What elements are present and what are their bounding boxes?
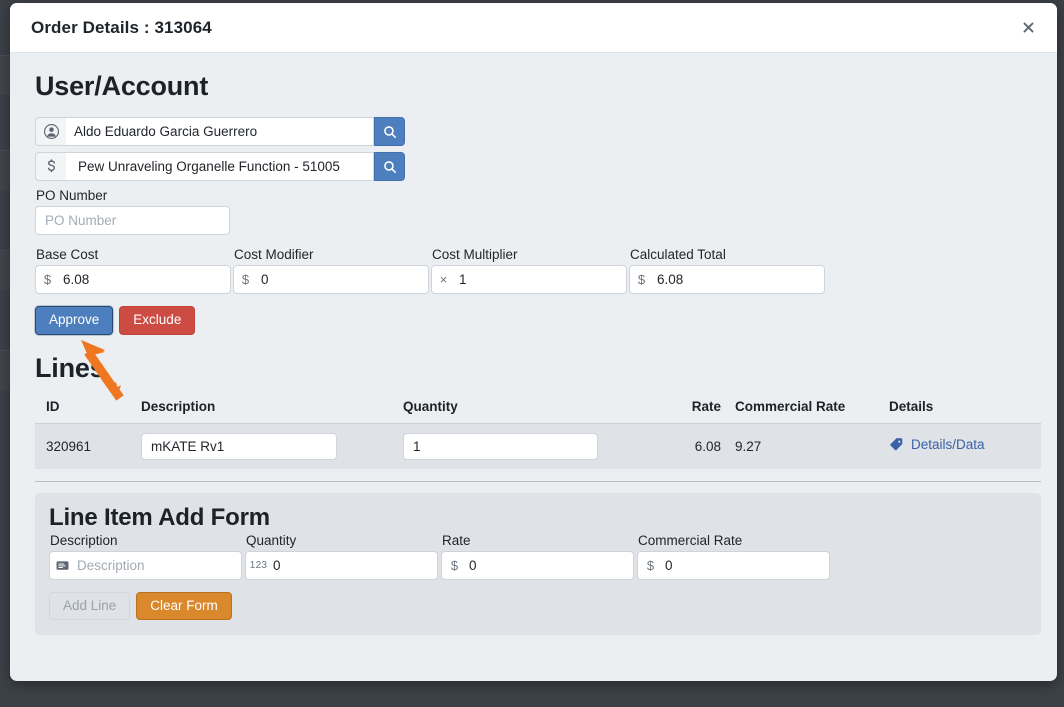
add-quantity-cell: Quantity 123 bbox=[245, 533, 438, 580]
cost-modifier-input[interactable] bbox=[257, 266, 428, 293]
modal-body: User/Account Aldo Eduardo Garcia Guerrer… bbox=[10, 71, 1057, 681]
close-icon[interactable] bbox=[1018, 18, 1038, 38]
order-actions: Approve Exclude bbox=[35, 306, 1043, 335]
add-form-heading: Line Item Add Form bbox=[49, 503, 270, 531]
line-item-add-form: Line Item Add Form Description Descripti… bbox=[35, 492, 1041, 635]
add-quantity-input[interactable] bbox=[271, 551, 437, 579]
tag-icon bbox=[889, 437, 904, 452]
dollar-icon: $ bbox=[646, 557, 655, 573]
cost-multiplier-cell: Cost Multiplier × bbox=[431, 247, 628, 294]
calculated-total-cell: Calculated Total $ bbox=[629, 247, 826, 294]
column-header-quantity: Quantity bbox=[403, 398, 659, 424]
clear-form-button[interactable]: Clear Form bbox=[136, 591, 232, 620]
cell-id: 320961 bbox=[35, 423, 141, 469]
approve-button[interactable]: Approve bbox=[35, 306, 114, 335]
cost-multiplier-input[interactable] bbox=[455, 266, 626, 293]
modal-header: Order Details : 313064 bbox=[10, 3, 1057, 53]
dollar-icon: $ bbox=[450, 557, 459, 573]
add-description-input[interactable] bbox=[75, 551, 241, 579]
card-icon bbox=[50, 552, 75, 579]
add-quantity-label: Quantity bbox=[246, 532, 297, 548]
cell-commercial-rate: 9.27 bbox=[721, 423, 874, 469]
add-form-fields: Description Quantity 12 bbox=[49, 533, 1027, 580]
dollar-icon: $ bbox=[241, 272, 250, 287]
cost-fields-row: Base Cost $ Cost Modifier $ Cost Multipl… bbox=[35, 247, 1043, 294]
calculated-total-label: Calculated Total bbox=[630, 247, 726, 262]
dollar-icon: $ bbox=[43, 272, 52, 287]
add-line-button[interactable]: Add Line bbox=[49, 591, 131, 620]
details-data-link[interactable]: Details/Data bbox=[889, 437, 985, 452]
account-search-input[interactable] bbox=[66, 152, 374, 181]
user-account-heading: User/Account bbox=[35, 71, 209, 101]
base-cost-cell: Base Cost $ bbox=[35, 247, 232, 294]
cell-rate: 6.08 bbox=[659, 423, 721, 469]
lines-heading: Lines bbox=[35, 352, 105, 383]
cost-modifier-cell: Cost Modifier $ bbox=[233, 247, 430, 294]
line-quantity-input[interactable] bbox=[403, 432, 598, 460]
add-rate-label: Rate bbox=[442, 532, 471, 548]
details-data-label: Details/Data bbox=[911, 437, 985, 452]
account-search-button[interactable] bbox=[374, 152, 405, 181]
person-icon bbox=[35, 117, 66, 146]
add-form-actions: Add Line Clear Form bbox=[49, 591, 1027, 620]
base-cost-label: Base Cost bbox=[36, 247, 99, 262]
user-input-group bbox=[35, 117, 406, 146]
calculated-total-input[interactable] bbox=[653, 266, 824, 293]
table-header-row: ID Description Quantity Rate Commercial … bbox=[35, 398, 1041, 424]
add-commercial-rate-label: Commercial Rate bbox=[638, 532, 743, 548]
user-search-input[interactable] bbox=[66, 117, 374, 146]
account-input-group bbox=[35, 152, 406, 181]
add-description-cell: Description bbox=[49, 533, 242, 580]
cost-modifier-label: Cost Modifier bbox=[234, 247, 314, 262]
lines-table: ID Description Quantity Rate Commercial … bbox=[35, 398, 1041, 469]
po-number-input[interactable] bbox=[35, 206, 230, 235]
column-header-details: Details bbox=[874, 398, 1041, 424]
po-number-label: PO Number bbox=[36, 188, 108, 203]
cell-description bbox=[141, 423, 403, 469]
add-rate-input[interactable] bbox=[467, 551, 633, 579]
column-header-rate: Rate bbox=[659, 398, 721, 424]
table-row: 320961 6.08 9.27 bbox=[35, 423, 1041, 469]
section-divider bbox=[35, 480, 1041, 482]
cost-multiplier-label: Cost Multiplier bbox=[432, 247, 518, 262]
add-commercial-rate-input[interactable] bbox=[663, 551, 829, 579]
add-commercial-rate-cell: Commercial Rate $ bbox=[637, 533, 830, 580]
cell-details: Details/Data bbox=[874, 423, 1041, 469]
add-rate-cell: Rate $ bbox=[441, 533, 634, 580]
exclude-button[interactable]: Exclude bbox=[119, 306, 196, 335]
multiply-icon: × bbox=[439, 272, 448, 287]
add-description-label: Description bbox=[50, 532, 118, 548]
dollar-icon bbox=[35, 152, 66, 181]
order-details-modal: Order Details : 313064 User/Account Aldo… bbox=[10, 3, 1057, 681]
line-description-input[interactable] bbox=[141, 432, 337, 460]
column-header-description: Description bbox=[141, 398, 403, 424]
column-header-id: ID bbox=[35, 398, 141, 424]
user-search-button[interactable] bbox=[374, 117, 405, 146]
cell-quantity bbox=[403, 423, 659, 469]
column-header-commercial-rate: Commercial Rate bbox=[721, 398, 874, 424]
page-title: Order Details : 313064 bbox=[31, 17, 212, 37]
number-icon: 123 bbox=[249, 559, 268, 571]
dollar-icon: $ bbox=[637, 272, 646, 287]
base-cost-input[interactable] bbox=[59, 266, 230, 293]
